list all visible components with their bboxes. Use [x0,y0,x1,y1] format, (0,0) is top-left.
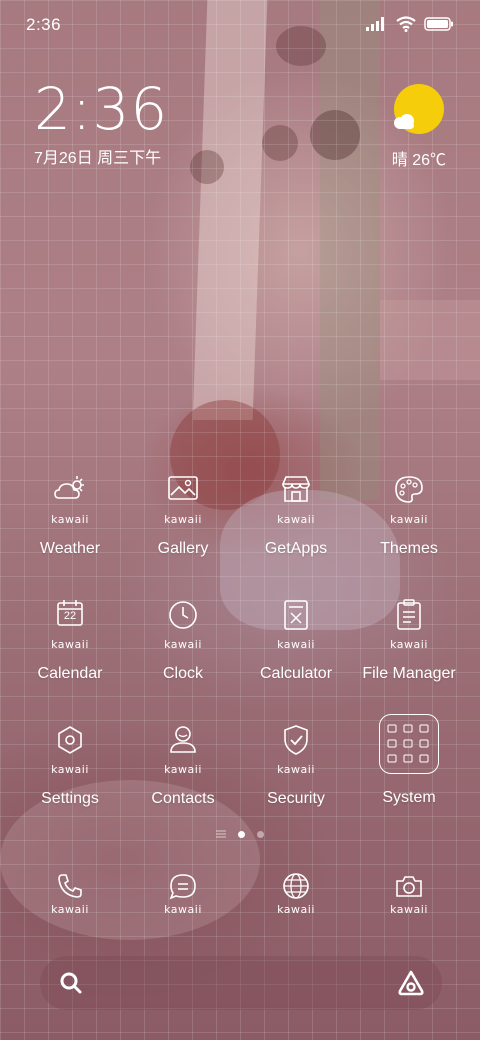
home-screen: 2:36 2:36 7月26日 周三下午 晴 26℃ kawaii Weathe… [0,0,480,1040]
app-label: Calendar [37,665,103,682]
messages-icon [169,874,196,900]
wallpaper-window-pane [320,0,380,500]
page-dot-current [238,830,245,838]
widget-date: 7月26日 周三下午 [34,150,162,167]
shield-icon [284,725,308,755]
weather-icon [54,476,84,499]
folder-icon [379,714,439,774]
calendar-day: 22 [63,610,77,622]
clock-widget[interactable]: 2:36 7月26日 周三下午 [34,78,274,168]
status-time: 2:36 [26,15,62,34]
kawaii-badge: kawaii [51,903,89,916]
app-label: Gallery [157,540,209,557]
app-label: Security [267,790,325,807]
weather-widget[interactable]: 晴 26℃ [336,82,446,172]
file-manager-icon [397,599,421,630]
list-pages-icon [216,830,226,838]
app-label: Settings [41,790,99,807]
browser-icon [283,873,309,899]
app-label: Clock [162,665,203,682]
app-getapps[interactable]: kawaii GetApps [240,474,352,574]
kawaii-badge: kawaii [164,638,202,651]
app-label: Weather [39,540,101,557]
phone-icon [58,874,82,898]
app-label: GetApps [264,540,328,557]
contacts-icon [170,726,196,753]
kawaii-badge: kawaii [277,903,315,916]
store-icon [281,476,311,502]
gallery-icon [168,476,198,500]
app-file-manager[interactable]: kawaii File Manager [353,599,465,699]
dock-browser[interactable]: kawaii [240,872,352,932]
page-dot [257,830,264,838]
cellular-signal-icon [366,17,384,31]
kawaii-badge: kawaii [277,513,315,526]
kawaii-badge: kawaii [164,513,202,526]
wifi-icon [396,16,416,32]
app-label: File Manager [362,665,456,682]
kawaii-badge: kawaii [390,513,428,526]
app-security[interactable]: kawaii Security [240,724,352,824]
kawaii-badge: kawaii [164,763,202,776]
settings-icon [58,726,82,754]
weather-text: 晴 26℃ [391,152,446,169]
kawaii-badge: kawaii [164,903,202,916]
app-clock[interactable]: kawaii Clock [127,599,239,699]
app-label: System [382,789,436,806]
dock-phone[interactable]: kawaii [14,872,126,932]
calculator-icon [284,600,308,630]
kawaii-badge: kawaii [277,763,315,776]
search-icon[interactable] [58,970,84,996]
status-icons [366,16,454,32]
palette-icon [395,476,423,503]
kawaii-badge: kawaii [51,763,89,776]
app-label: Themes [380,540,438,557]
page-indicator[interactable] [0,826,480,842]
camera-icon [396,876,422,897]
app-themes[interactable]: kawaii Themes [353,474,465,574]
app-label: Contacts [151,790,215,807]
kawaii-badge: kawaii [51,638,89,651]
app-gallery[interactable]: kawaii Gallery [127,474,239,574]
app-weather[interactable]: kawaii Weather [14,474,126,574]
app-label: Calculator [259,665,333,682]
assistant-icon[interactable] [396,969,426,997]
app-calendar[interactable]: 22 kawaii Calendar [14,599,126,699]
dock-camera[interactable]: kawaii [353,872,465,932]
battery-icon [424,17,453,31]
dock-messages[interactable]: kawaii [127,872,239,932]
kawaii-badge: kawaii [390,903,428,916]
clock-icon [169,601,197,629]
widget-time: 2:36 [34,75,169,143]
status-bar: 2:36 [0,0,480,50]
kawaii-badge: kawaii [390,638,428,651]
kawaii-badge: kawaii [51,513,89,526]
app-calculator[interactable]: kawaii Calculator [240,599,352,699]
wallpaper-window-frame [192,0,268,420]
search-bar[interactable] [40,956,442,1010]
app-system-folder[interactable]: System [353,714,465,824]
kawaii-badge: kawaii [277,638,315,651]
wallpaper-shelf [380,300,480,380]
app-contacts[interactable]: kawaii Contacts [127,724,239,824]
sun-cloud-icon [394,84,444,134]
app-settings[interactable]: kawaii Settings [14,724,126,824]
